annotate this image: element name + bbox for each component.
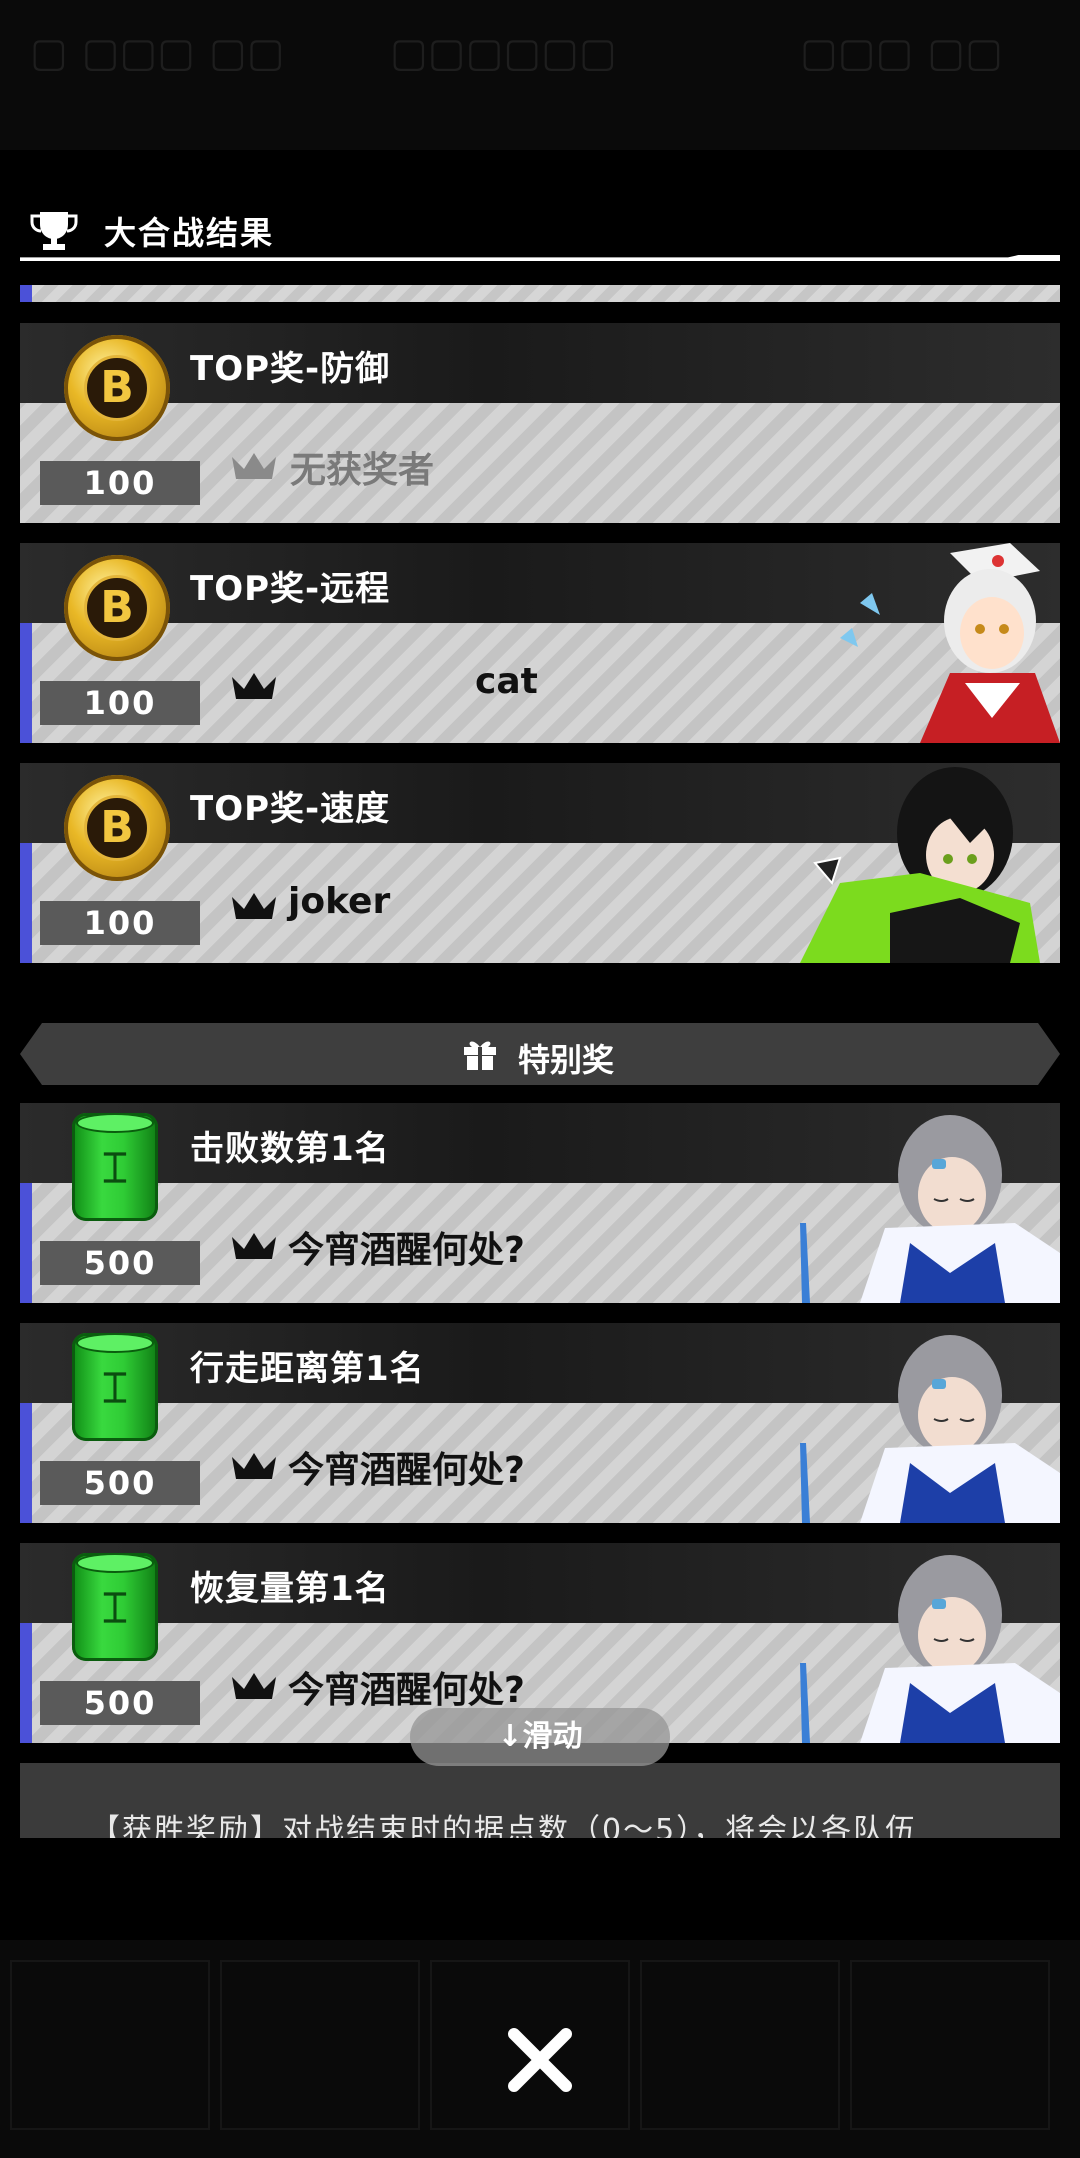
b-coin-icon: B <box>64 775 170 881</box>
special-award-section-header: 特别奖 <box>20 1023 1060 1085</box>
award-name: TOP奖-远程 <box>190 569 391 609</box>
special-award-label: 特别奖 <box>518 1041 615 1079</box>
award-winner-name: 今宵酒醒何处? <box>288 1230 525 1271</box>
rules-notice: 【获胜奖励】对战结束时的据点数（0～5），将会以各队伍 <box>20 1763 1060 1838</box>
panel-header: 大合战结果 <box>20 200 1060 260</box>
crown-icon <box>232 1673 276 1699</box>
scroll-hint: ↓滑动 <box>410 1708 670 1766</box>
award-card-special-distance: ⌶ 行走距离第1名 500 今宵酒醒何处? <box>20 1323 1060 1523</box>
background-top-bar: ▢ ▢▢▢ ▢▢ ▢▢▢▢▢▢ ▢▢▢ ▢▢ <box>0 0 1080 150</box>
rules-notice-text: 【获胜奖励】对战结束时的据点数（0～5），将会以各队伍 <box>90 1813 918 1838</box>
panel-title: 大合战结果 <box>104 214 275 252</box>
background-tab <box>640 1960 840 2130</box>
award-name: TOP奖-速度 <box>190 789 391 829</box>
award-price: 100 <box>40 681 200 725</box>
character-portrait-silver-hair <box>800 1335 1060 1523</box>
green-barrel-icon: ⌶ <box>72 1553 158 1661</box>
gift-icon <box>464 1041 496 1070</box>
award-card-top-ranged: B TOP奖-远程 100 cat <box>20 543 1060 743</box>
award-name: TOP奖-防御 <box>190 349 391 389</box>
award-winner-name: 今宵酒醒何处? <box>288 1670 525 1711</box>
crown-icon <box>232 1453 276 1479</box>
award-card-top-defense: B TOP奖-防御 100 无获奖者 <box>20 323 1060 523</box>
award-card-header <box>20 323 1060 403</box>
character-portrait-black-hair <box>800 767 1040 963</box>
award-price: 100 <box>40 461 200 505</box>
character-portrait-white-hair <box>840 543 1060 743</box>
close-icon[interactable] <box>500 2020 580 2100</box>
award-name: 击败数第1名 <box>190 1129 390 1169</box>
trophy-icon <box>30 212 78 250</box>
background-tab <box>850 1960 1050 2130</box>
crown-icon <box>232 1233 276 1259</box>
b-coin-icon: B <box>64 335 170 441</box>
award-name: 恢复量第1名 <box>190 1569 390 1609</box>
green-barrel-icon: ⌶ <box>72 1113 158 1221</box>
award-winner-name: cat <box>475 661 538 702</box>
award-price: 500 <box>40 1681 200 1725</box>
award-name: 行走距离第1名 <box>190 1349 425 1389</box>
award-winner-name: 无获奖者 <box>290 450 435 491</box>
award-price: 500 <box>40 1461 200 1505</box>
background-tab <box>220 1960 420 2130</box>
award-card-top-speed: B TOP奖-速度 100 joker <box>20 763 1060 963</box>
award-winner-name: 今宵酒醒何处? <box>288 1450 525 1491</box>
background-tab <box>10 1960 210 2130</box>
crown-icon <box>232 893 276 919</box>
crown-icon <box>232 673 276 699</box>
b-coin-icon: B <box>64 555 170 661</box>
character-portrait-silver-hair <box>800 1115 1060 1303</box>
awards-list[interactable]: B TOP奖-防御 100 无获奖者 B TOP奖-远程 100 cat B T… <box>20 285 1060 1838</box>
green-barrel-icon: ⌶ <box>72 1333 158 1441</box>
award-winner-name: joker <box>288 881 391 922</box>
crown-icon <box>232 453 276 479</box>
previous-card-bottom <box>20 285 1060 302</box>
award-price: 500 <box>40 1241 200 1285</box>
award-card-special-defeats: ⌶ 击败数第1名 500 今宵酒醒何处? <box>20 1103 1060 1303</box>
award-price: 100 <box>40 901 200 945</box>
character-portrait-silver-hair <box>800 1555 1060 1743</box>
